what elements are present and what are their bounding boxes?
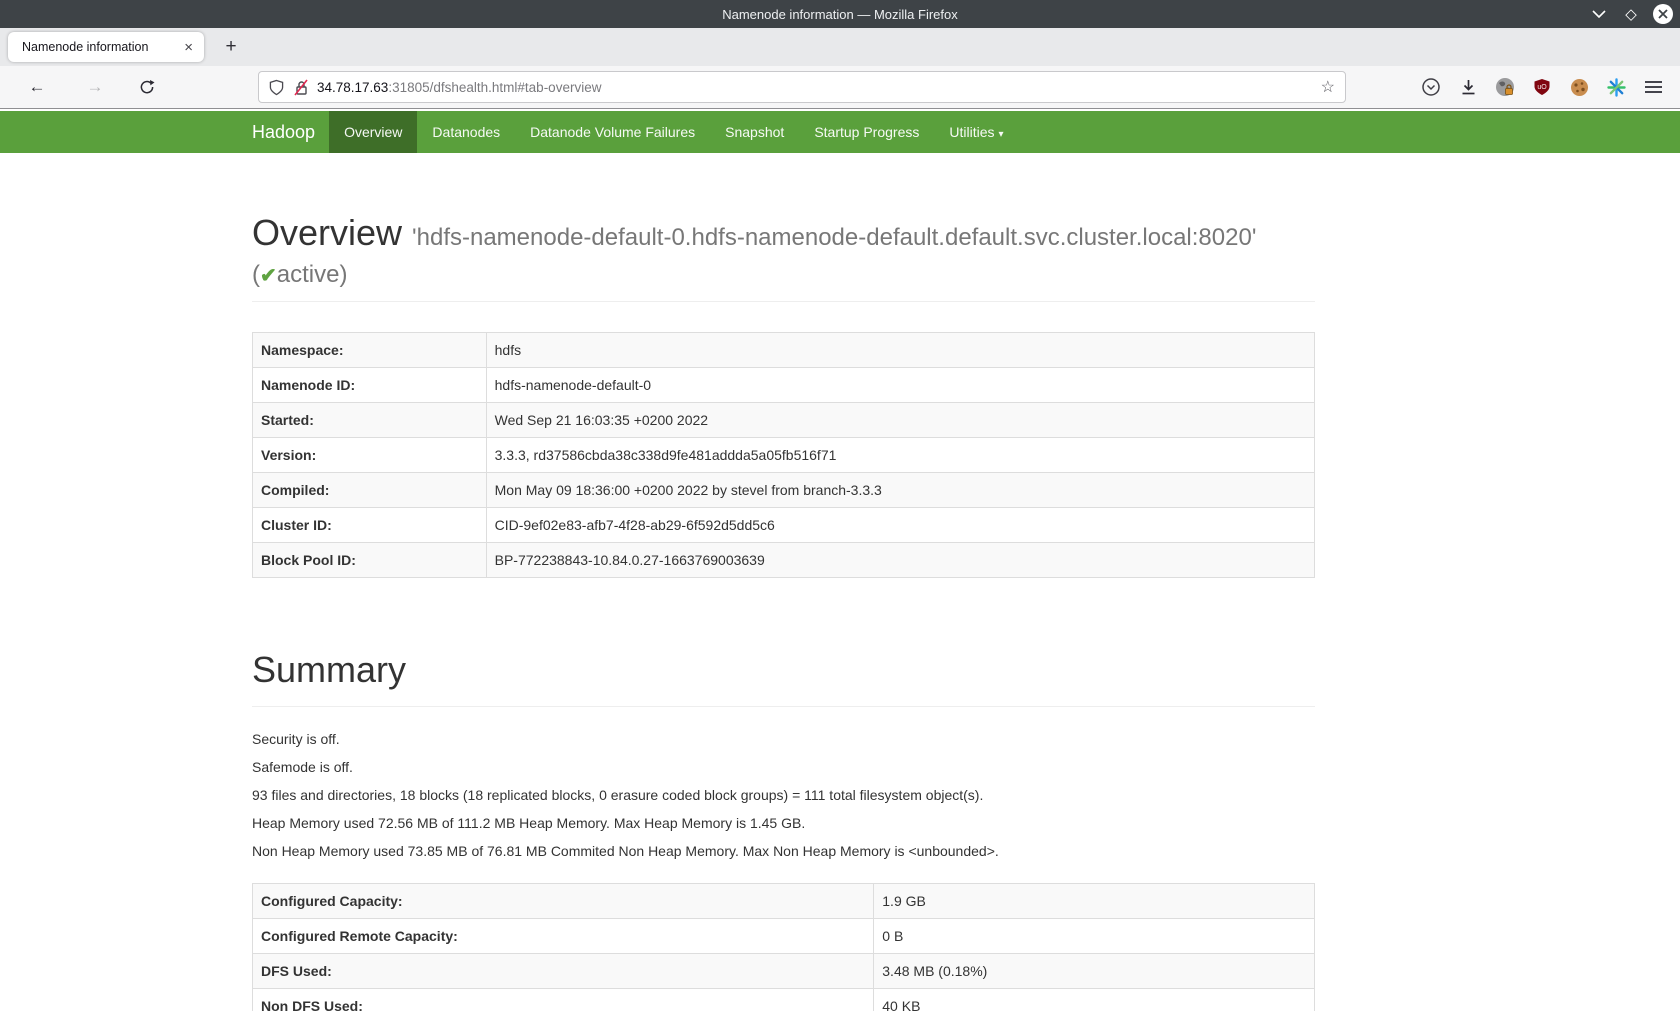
summary-header: Summary	[252, 650, 1315, 707]
svg-text:uO: uO	[1537, 84, 1547, 91]
new-tab-button[interactable]: +	[218, 36, 244, 58]
reload-icon	[139, 79, 155, 95]
window-title: Namenode information — Mozilla Firefox	[0, 7, 1680, 22]
table-row: Block Pool ID: BP-772238843-10.84.0.27-1…	[253, 543, 1315, 578]
table-row: Namenode ID: hdfs-namenode-default-0	[253, 368, 1315, 403]
lock-insecure-icon[interactable]	[293, 79, 309, 96]
close-icon	[1652, 3, 1674, 25]
back-button[interactable]: ←	[22, 72, 52, 102]
pocket-icon[interactable]	[1420, 76, 1442, 98]
minimize-button[interactable]	[1588, 3, 1610, 25]
reload-button[interactable]	[132, 72, 162, 102]
nav-item-datanodes[interactable]: Datanodes	[417, 111, 515, 153]
table-row: DFS Used: 3.48 MB (0.18%)	[253, 954, 1315, 989]
active-check-icon: ✔	[260, 265, 277, 287]
privacy-extension-icon[interactable]	[1494, 76, 1516, 98]
chevron-down-icon	[1592, 10, 1606, 18]
diamond-icon: ◇	[1625, 5, 1637, 23]
bookmark-star-icon[interactable]: ☆	[1321, 77, 1335, 97]
url-host: 34.78.17.63	[317, 80, 388, 95]
nav-item-utilities[interactable]: Utilities▾	[934, 111, 1018, 153]
nav-item-startup-progress[interactable]: Startup Progress	[799, 111, 934, 153]
navbar-brand[interactable]: Hadoop	[252, 111, 329, 153]
cookie-extension-icon[interactable]	[1568, 76, 1590, 98]
capacity-table: Configured Capacity: 1.9 GB Configured R…	[252, 883, 1315, 1011]
close-button[interactable]	[1652, 3, 1674, 25]
tab-namenode-information[interactable]: Namenode information ×	[8, 32, 204, 62]
downloads-icon[interactable]	[1457, 76, 1479, 98]
forward-button[interactable]: →	[80, 72, 110, 102]
nav-item-snapshot[interactable]: Snapshot	[710, 111, 799, 153]
nav-item-overview[interactable]: Overview	[329, 111, 417, 153]
summary-line: 93 files and directories, 18 blocks (18 …	[252, 785, 1315, 805]
browser-toolbar: ← → 34.78.17.63:31805/dfshealth.html#tab…	[0, 66, 1680, 109]
summary-line: Non Heap Memory used 73.85 MB of 76.81 M…	[252, 841, 1315, 861]
summary-line: Security is off.	[252, 729, 1315, 749]
summary-line: Safemode is off.	[252, 757, 1315, 777]
summary-title: Summary	[252, 650, 1315, 690]
table-row: Cluster ID: CID-9ef02e83-afb7-4f28-ab29-…	[253, 508, 1315, 543]
colorful-extension-icon[interactable]	[1605, 76, 1627, 98]
tab-close-icon[interactable]: ×	[181, 40, 196, 55]
url-text[interactable]: 34.78.17.63:31805/dfshealth.html#tab-ove…	[317, 80, 1313, 95]
table-row: Version: 3.3.3, rd37586cbda38c338d9fe481…	[253, 438, 1315, 473]
nav-item-datanode-volume-failures[interactable]: Datanode Volume Failures	[515, 111, 710, 153]
table-row: Non DFS Used: 40 KB	[253, 989, 1315, 1012]
overview-title: Overview 'hdfs-namenode-default-0.hdfs-n…	[252, 213, 1315, 258]
url-path: :31805/dfshealth.html#tab-overview	[388, 80, 601, 95]
summary-text: Security is off. Safemode is off. 93 fil…	[252, 729, 1315, 861]
menu-icon[interactable]	[1642, 76, 1664, 98]
tab-strip: Namenode information × +	[0, 28, 1680, 66]
table-row: Namespace: hdfs	[253, 333, 1315, 368]
summary-line: Heap Memory used 72.56 MB of 111.2 MB He…	[252, 813, 1315, 833]
tab-title: Namenode information	[22, 40, 181, 54]
table-row: Configured Capacity: 1.9 GB	[253, 884, 1315, 919]
hadoop-navbar: Hadoop Overview Datanodes Datanode Volum…	[0, 111, 1680, 153]
ublock-origin-icon[interactable]: uO	[1531, 76, 1553, 98]
overview-header: Overview 'hdfs-namenode-default-0.hdfs-n…	[252, 213, 1315, 302]
page-content: Hadoop Overview Datanodes Datanode Volum…	[0, 109, 1680, 1011]
table-row: Started: Wed Sep 21 16:03:35 +0200 2022	[253, 403, 1315, 438]
caret-down-icon: ▾	[999, 129, 1004, 140]
maximize-button[interactable]: ◇	[1620, 3, 1642, 25]
window-titlebar: Namenode information — Mozilla Firefox ◇	[0, 0, 1680, 28]
table-row: Configured Remote Capacity: 0 B	[253, 919, 1315, 954]
table-row: Compiled: Mon May 09 18:36:00 +0200 2022…	[253, 473, 1315, 508]
namenode-status: (✔active)	[252, 258, 1315, 293]
namenode-info-table: Namespace: hdfs Namenode ID: hdfs-nameno…	[252, 332, 1315, 578]
url-bar[interactable]: 34.78.17.63:31805/dfshealth.html#tab-ove…	[258, 71, 1346, 103]
shield-icon[interactable]	[269, 79, 284, 96]
namenode-address: 'hdfs-namenode-default-0.hdfs-namenode-d…	[412, 224, 1256, 251]
